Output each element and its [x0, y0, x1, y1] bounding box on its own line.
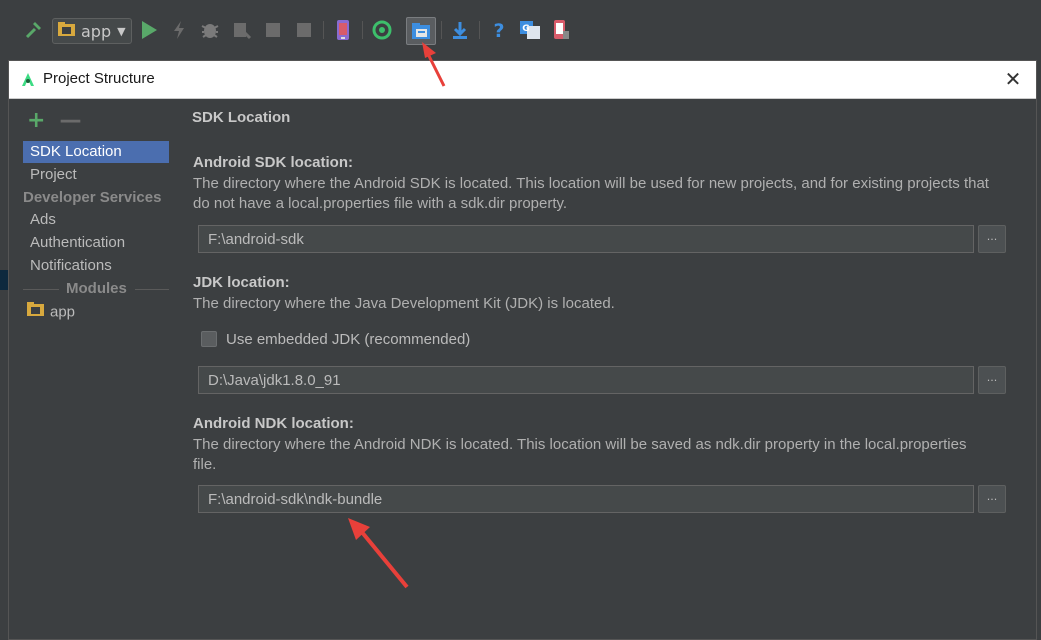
svg-text:G: G: [522, 24, 529, 34]
profile-icon[interactable]: [262, 18, 284, 42]
run-config-label: app: [81, 21, 112, 41]
sidebar-item-project[interactable]: Project: [23, 164, 169, 186]
modules-divider-left: [23, 289, 59, 290]
help-icon[interactable]: ?: [488, 18, 510, 42]
section-title: SDK Location: [192, 109, 291, 126]
sidebar-header-modules: Modules: [23, 278, 169, 300]
remove-icon[interactable]: —: [59, 110, 81, 132]
android-studio-icon: [20, 72, 36, 88]
modules-divider-right: [135, 289, 169, 290]
project-structure-dialog: Project Structure ✕ + — SDK Location Pro…: [8, 60, 1037, 640]
embedded-jdk-checkbox[interactable]: [201, 331, 217, 347]
android-ndk-browse-button[interactable]: ...: [978, 485, 1006, 513]
android-sdk-browse-button[interactable]: ...: [978, 225, 1006, 253]
project-structure-icon[interactable]: [406, 17, 436, 45]
sidebar-item-authentication[interactable]: Authentication: [23, 232, 169, 254]
android-sdk-description: The directory where the Android SDK is l…: [193, 175, 989, 212]
sidebar: + — SDK Location Project Developer Servi…: [9, 99, 170, 639]
chevron-down-icon: ▼: [117, 24, 126, 38]
android-ndk-label: Android NDK location:: [193, 415, 354, 432]
android-sdk-path-input[interactable]: [198, 225, 974, 253]
attach-debugger-icon[interactable]: [231, 18, 253, 42]
embedded-jdk-label[interactable]: Use embedded JDK (recommended): [226, 331, 470, 348]
module-app-label: app: [50, 303, 76, 321]
apply-changes-icon[interactable]: [168, 18, 190, 42]
ide-left-selection-mark: [0, 270, 8, 290]
ide-toolbar: app ▼ ? G: [0, 10, 1041, 51]
sidebar-item-sdk-location[interactable]: SDK Location: [23, 141, 169, 163]
embedded-jdk-row[interactable]: Use embedded JDK (recommended): [201, 329, 470, 349]
dialog-title: Project Structure: [43, 70, 155, 87]
run-config-selector[interactable]: app ▼: [52, 18, 132, 44]
jdk-label: JDK location:: [193, 274, 290, 291]
android-sdk-label: Android SDK location:: [193, 154, 353, 171]
device-screen-icon[interactable]: [550, 18, 572, 42]
jdk-description: The directory where the Java Development…: [193, 295, 615, 312]
dialog-title-bar[interactable]: Project Structure ✕: [9, 61, 1036, 99]
build-hammer-icon[interactable]: [22, 18, 46, 42]
modules-header-label: Modules: [63, 278, 130, 300]
run-icon[interactable]: [138, 18, 160, 42]
sidebar-tools: + —: [27, 110, 81, 132]
ide-left-strip: [0, 60, 8, 638]
translate-icon[interactable]: G: [518, 18, 542, 42]
debug-bug-icon[interactable]: [199, 18, 221, 42]
android-folder-icon: [57, 21, 77, 41]
sidebar-header-developer-services: Developer Services: [23, 189, 162, 206]
android-ndk-path-input[interactable]: [198, 485, 974, 513]
sdk-manager-download-icon[interactable]: [449, 18, 471, 42]
close-icon[interactable]: ✕: [1002, 68, 1024, 90]
add-icon[interactable]: +: [27, 110, 45, 132]
sidebar-item-ads[interactable]: Ads: [23, 209, 169, 231]
sidebar-item-module-app[interactable]: app: [23, 301, 169, 323]
stop-icon[interactable]: [293, 18, 315, 42]
jdk-path-input[interactable]: [198, 366, 974, 394]
svg-text:?: ?: [493, 20, 504, 40]
sync-gradle-icon[interactable]: [371, 18, 393, 42]
ide-menubar: [0, 0, 1041, 8]
android-ndk-description: The directory where the Android NDK is l…: [193, 436, 967, 473]
avd-manager-icon[interactable]: [332, 18, 354, 42]
sdk-location-panel: SDK Location Android SDK location: The d…: [169, 99, 1036, 639]
sidebar-item-notifications[interactable]: Notifications: [23, 255, 169, 277]
module-folder-icon: [26, 301, 45, 324]
jdk-browse-button[interactable]: ...: [978, 366, 1006, 394]
